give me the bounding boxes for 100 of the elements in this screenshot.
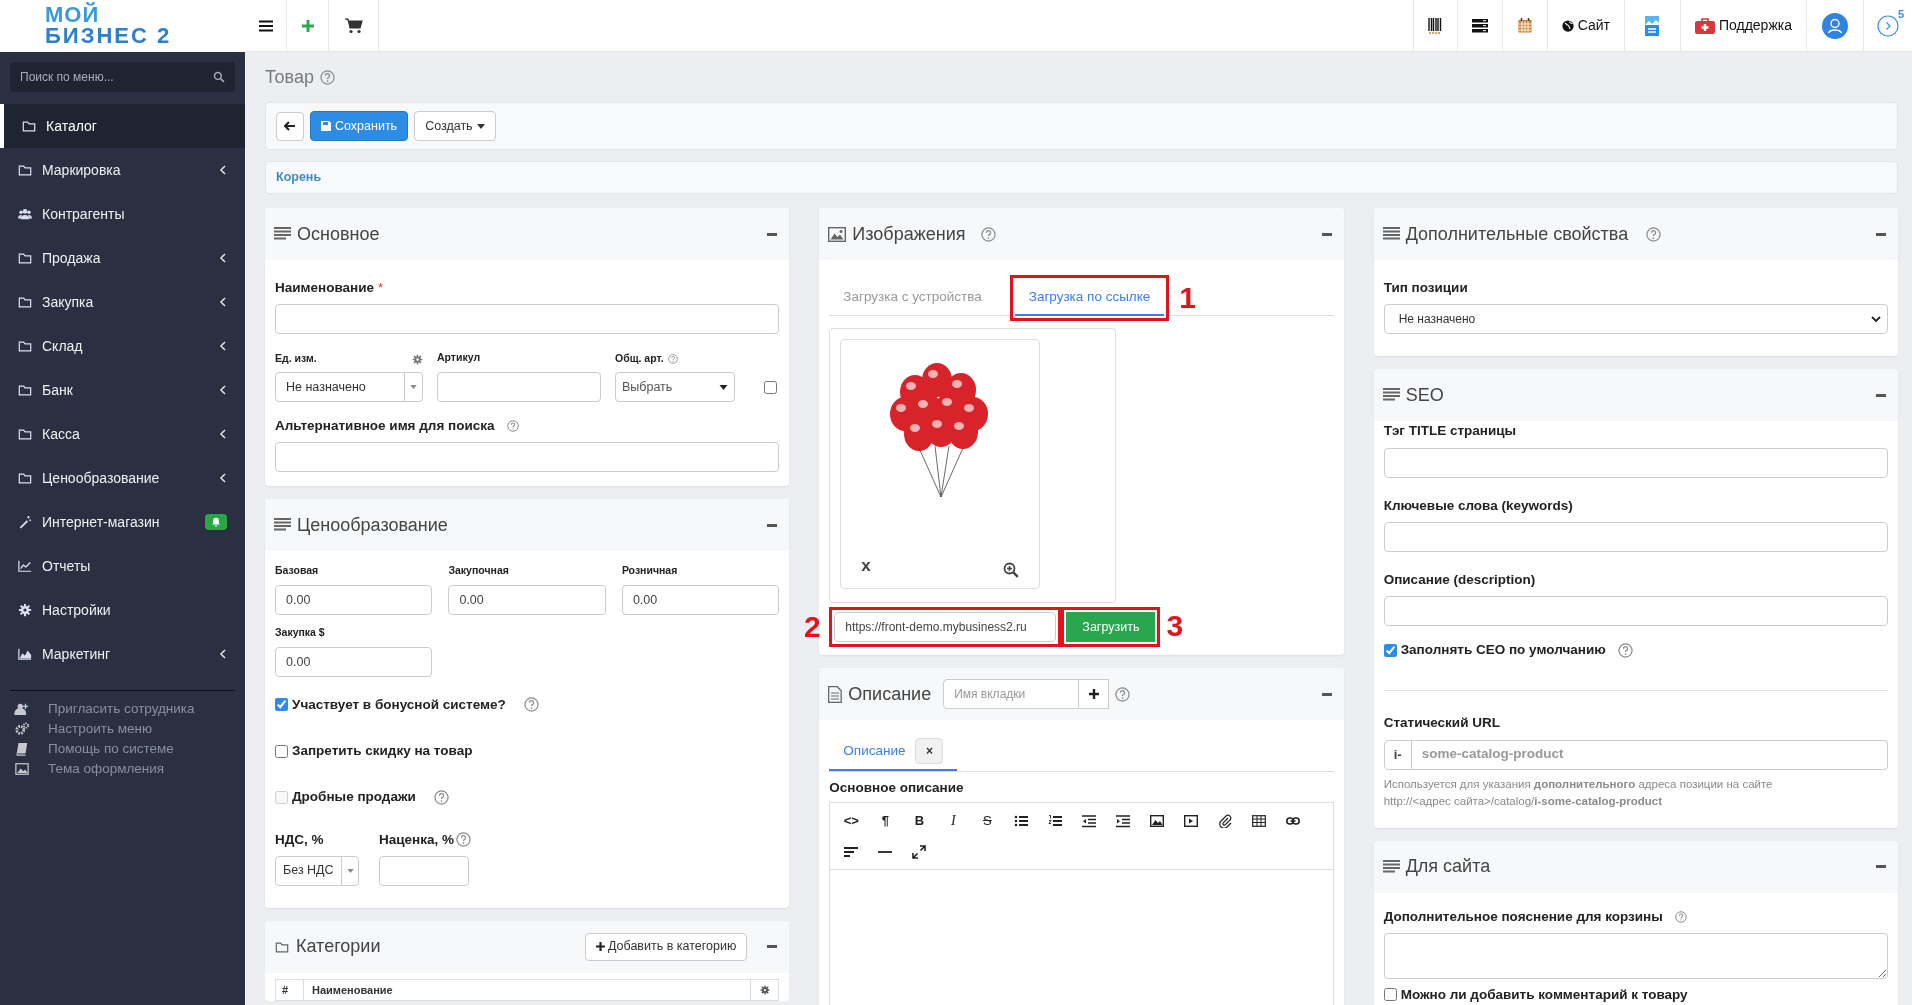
- collapse-icon[interactable]: [1321, 232, 1332, 236]
- strikethrough-button[interactable]: S: [970, 805, 1005, 837]
- fullscreen-icon[interactable]: [912, 844, 927, 859]
- collapse-icon[interactable]: [1876, 393, 1886, 397]
- input-field[interactable]: [275, 304, 780, 335]
- input-field[interactable]: [275, 442, 780, 473]
- menu-link[interactable]: Тема оформления: [48, 758, 165, 780]
- sidebar-item[interactable]: Банк: [0, 368, 245, 412]
- help-icon[interactable]: [320, 69, 335, 85]
- menu-icon[interactable]: [258, 19, 273, 32]
- sidebar-item[interactable]: Продажа: [0, 236, 245, 280]
- tab-name-field[interactable]: Имя вкладки: [943, 679, 1080, 709]
- vat-select[interactable]: Без НДС: [275, 855, 359, 886]
- help-icon[interactable]: [1115, 686, 1131, 702]
- help-icon[interactable]: [506, 420, 519, 433]
- italic-button[interactable]: I: [936, 805, 971, 837]
- save-button[interactable]: Сохранить: [310, 111, 409, 141]
- barcode-icon[interactable]: [1428, 17, 1443, 34]
- help-icon[interactable]: [523, 697, 539, 713]
- position-type-select[interactable]: Не назначено: [1383, 304, 1888, 335]
- sidebar-item[interactable]: Касса: [0, 412, 245, 456]
- input-field[interactable]: 0.00: [275, 646, 433, 677]
- editor-tool-button[interactable]: <>: [834, 805, 869, 837]
- search-field[interactable]: Поиск по меню...: [10, 62, 235, 92]
- unit-select[interactable]: Не назначено: [275, 372, 423, 402]
- sidebar-item[interactable]: Маркировка: [0, 148, 245, 192]
- static-url-field[interactable]: some-catalog-product: [1411, 739, 1888, 770]
- numbered-list-icon[interactable]: [1048, 813, 1063, 828]
- bold-button[interactable]: B: [902, 805, 937, 837]
- input-field[interactable]: [1383, 521, 1888, 552]
- add-tab-button[interactable]: [1079, 679, 1110, 709]
- sidebar-item[interactable]: Маркетинг: [0, 632, 245, 676]
- back-button[interactable]: [276, 111, 304, 141]
- gear-icon[interactable]: [412, 353, 423, 365]
- checkbox[interactable]: [764, 380, 778, 394]
- sidebar-item[interactable]: Каталог: [0, 104, 245, 148]
- close-tab-button[interactable]: ×: [915, 738, 944, 764]
- gears-icon[interactable]: [14, 722, 30, 736]
- site-link[interactable]: Сайт: [1547, 0, 1625, 51]
- input-field[interactable]: [1383, 447, 1888, 478]
- help-icon[interactable]: [1617, 642, 1633, 658]
- menu-link[interactable]: Пригласить сотрудника: [48, 698, 195, 720]
- zoom-in-icon[interactable]: [1003, 562, 1020, 578]
- checkbox[interactable]: [1383, 643, 1397, 657]
- checkbox[interactable]: [1383, 988, 1397, 1002]
- sidebar-item[interactable]: Контрагенты: [0, 192, 245, 236]
- help-icon[interactable]: [433, 789, 449, 805]
- help-icon[interactable]: [667, 354, 678, 365]
- url-field[interactable]: https://front-demo.mybusiness2.ru: [834, 612, 1057, 642]
- cart-icon[interactable]: [344, 17, 363, 34]
- bullet-list-icon[interactable]: [1014, 813, 1029, 828]
- table-icon[interactable]: [1252, 813, 1267, 828]
- gear-icon[interactable]: [759, 984, 770, 995]
- user-avatar-icon[interactable]: [1822, 12, 1848, 39]
- editor-tool-button[interactable]: ¶: [868, 805, 903, 837]
- sidebar-item[interactable]: Настройки: [0, 588, 245, 632]
- collapse-icon[interactable]: [1321, 692, 1332, 696]
- align-left-icon[interactable]: [844, 844, 859, 859]
- calendar-icon[interactable]: [1517, 18, 1532, 33]
- document-icon[interactable]: [1644, 14, 1661, 37]
- user-plus-icon[interactable]: [14, 702, 30, 716]
- plus-icon[interactable]: [300, 18, 315, 33]
- search-icon[interactable]: [213, 71, 225, 83]
- tab[interactable]: Описание: [843, 740, 906, 762]
- collapse-icon[interactable]: [1876, 232, 1886, 236]
- sidebar-item[interactable]: Склад: [0, 324, 245, 368]
- menu-link[interactable]: Настроить меню: [48, 718, 153, 740]
- sidebar-item[interactable]: Ценообразование: [0, 456, 245, 500]
- chevron-circle-icon[interactable]: [1877, 14, 1899, 37]
- collapse-icon[interactable]: [767, 232, 778, 236]
- help-icon[interactable]: [456, 832, 471, 848]
- remove-image-button[interactable]: x: [861, 552, 871, 578]
- video-icon[interactable]: [1184, 813, 1199, 828]
- outdent-icon[interactable]: [1082, 813, 1097, 828]
- help-icon[interactable]: [981, 226, 997, 242]
- input-field[interactable]: 0.00: [621, 585, 780, 615]
- list-icon[interactable]: [1471, 18, 1488, 33]
- indent-icon[interactable]: [1116, 813, 1131, 828]
- sidebar-item[interactable]: Закупка: [0, 280, 245, 324]
- support-link[interactable]: Поддержка: [1680, 0, 1807, 51]
- checkbox[interactable]: [275, 698, 288, 712]
- checkbox[interactable]: [275, 744, 288, 758]
- collapse-icon[interactable]: [767, 523, 778, 527]
- image-icon[interactable]: [1150, 813, 1165, 828]
- tab[interactable]: Загрузка по ссылке: [1014, 280, 1165, 316]
- book-icon[interactable]: [14, 742, 30, 756]
- sidebar-item[interactable]: Интернет-магазин: [0, 500, 245, 544]
- input-field[interactable]: 0.00: [275, 585, 433, 615]
- input-field[interactable]: [1383, 596, 1888, 626]
- help-icon[interactable]: [1674, 910, 1687, 923]
- input-field[interactable]: 0.00: [448, 585, 606, 615]
- sidebar-item[interactable]: Отчеты: [0, 544, 245, 588]
- create-dropdown-button[interactable]: Создать: [414, 111, 496, 141]
- input-field[interactable]: [379, 855, 469, 886]
- article-select[interactable]: Выбрать: [615, 372, 735, 402]
- help-icon[interactable]: [1646, 226, 1662, 242]
- menu-link[interactable]: Помощь по системе: [48, 738, 174, 760]
- input-field[interactable]: [437, 372, 601, 402]
- paperclip-icon[interactable]: [1218, 813, 1233, 828]
- collapse-icon[interactable]: [767, 945, 778, 949]
